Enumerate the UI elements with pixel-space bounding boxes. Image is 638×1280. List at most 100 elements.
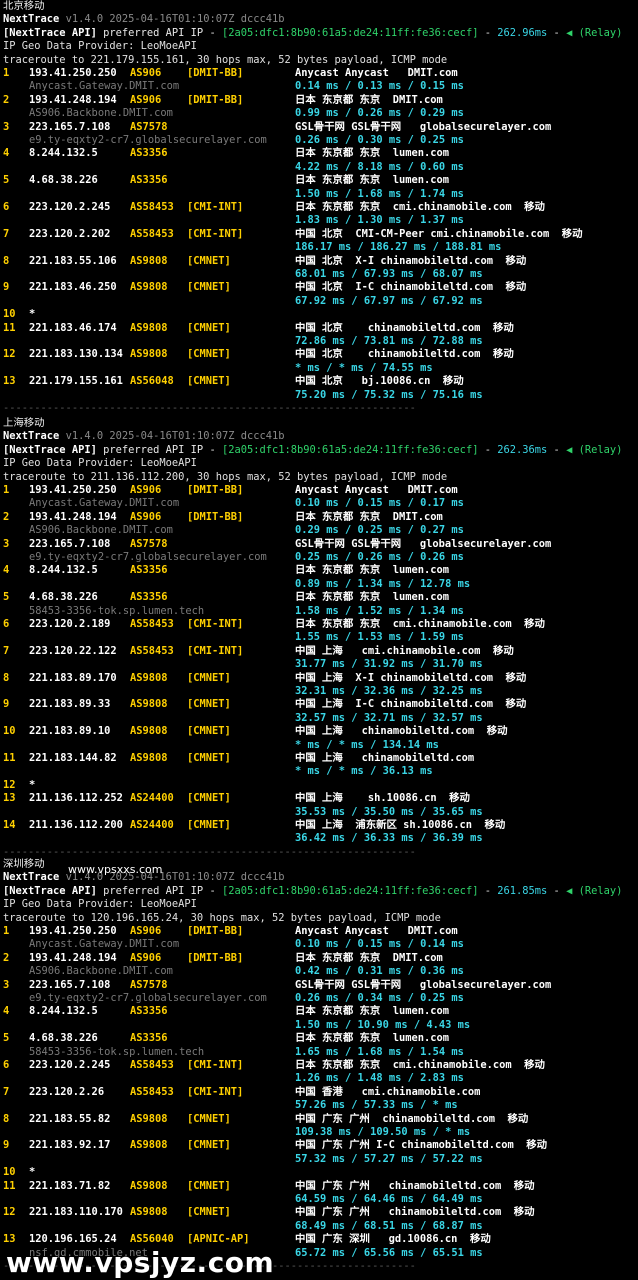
hop-network-tag: [DMIT-BB] <box>187 924 244 937</box>
hop-ip: 211.136.112.252 <box>29 792 123 805</box>
hop-number: 4 <box>3 564 10 577</box>
hop-rdns: AS906.Backbone.DMIT.com <box>29 965 173 978</box>
hop-ip: 221.183.130.134 <box>29 348 123 361</box>
hop-asn: AS906 <box>130 93 162 106</box>
hop-asn: AS3356 <box>130 147 168 160</box>
hop-row: 2 193.41.248.194 AS906 [DMIT-BB] 日本 东京都 东京 D… <box>0 94 638 121</box>
geo-provider: IP Geo Data Provider: LeoMoeAPI <box>3 40 197 53</box>
hop-geo: 中国 广东 广州 I-C chinamobileltd.com 移动 <box>295 1139 548 1152</box>
api-tag: [NextTrace API] <box>3 443 97 456</box>
hop-ip: 223.165.7.108 <box>29 120 111 133</box>
hop-row: 8 221.183.89.170 AS9808 [CMNET] 中国 上海 X-I ch… <box>0 672 638 699</box>
hop-ip: 211.136.112.200 <box>29 818 123 831</box>
app-name: NextTrace <box>3 13 60 26</box>
relay-icon: ◀ <box>566 884 573 897</box>
hop-asn: AS906 <box>130 924 162 937</box>
hop-network-tag: [DMIT-BB] <box>187 93 244 106</box>
hop-geo: 日本 东京都 东京 cmi.chinamobile.com 移动 <box>295 617 545 630</box>
hop-geo: GSL骨干网 GSL骨干网 globalsecurelayer.com <box>295 120 552 133</box>
hop-row: 9 221.183.89.33 AS9808 [CMNET] 中国 上海 I-C chi… <box>0 698 638 725</box>
hop-number: 4 <box>3 1005 10 1018</box>
hop-network-tag: [CMNET] <box>187 1179 231 1192</box>
hop-number: 6 <box>3 200 10 213</box>
hop-ip: 221.179.155.161 <box>29 375 123 388</box>
hop-network-tag: [CMNET] <box>187 1139 231 1152</box>
hop-ip: 221.183.89.10 <box>29 725 111 738</box>
api-ip: [2a05:dfc1:8b90:61a5:de24:11ff:fe36:cecf… <box>221 26 479 39</box>
hop-rtt: 1.50 ms / 10.90 ms / 4.43 ms <box>295 1018 471 1031</box>
hop-ip: 221.183.144.82 <box>29 751 117 764</box>
hop-rtt: 64.59 ms / 64.46 ms / 64.49 ms <box>295 1192 483 1205</box>
hop-ip: 221.183.55.82 <box>29 1112 111 1125</box>
hop-geo: 中国 上海 X-I chinamobileltd.com 移动 <box>295 671 527 684</box>
hop-asn: AS56048 <box>130 375 174 388</box>
hop-network-tag: [CMI-INT] <box>187 227 244 240</box>
hop-rtt: 75.20 ms / 75.32 ms / 75.16 ms <box>295 388 483 401</box>
hop-ip: 4.68.38.226 <box>29 1032 98 1045</box>
hop-rdns: AS906.Backbone.DMIT.com <box>29 107 173 120</box>
hop-network-tag: [DMIT-BB] <box>187 951 244 964</box>
api-line: [NextTrace API] preferred API IP - [2a05… <box>3 884 623 897</box>
hop-geo: 中国 北京 I-C chinamobileltd.com 移动 <box>295 281 527 294</box>
hop-network-tag: [CMNET] <box>187 281 231 294</box>
hop-row: 10 221.183.89.10 AS9808 [CMNET] 中国 上海 chinam… <box>0 725 638 752</box>
hop-rtt: 1.26 ms / 1.48 ms / 2.83 ms <box>295 1072 464 1085</box>
hop-geo: 中国 香港 cmi.chinamobile.com <box>295 1085 481 1098</box>
hop-row: 6 223.120.2.245 AS58453 [CMI-INT] 日本 东京都 东京 … <box>0 1059 638 1086</box>
hop-asn: AS3356 <box>130 591 168 604</box>
hop-timeout: * <box>29 778 36 791</box>
hop-network-tag: [APNIC-AP] <box>187 1233 250 1246</box>
hop-row: 12 221.183.130.134 AS9808 [CMNET] 中国 北京 chin… <box>0 348 638 375</box>
hop-ip: 221.183.46.174 <box>29 321 117 334</box>
hop-network-tag: [CMNET] <box>187 375 231 388</box>
hop-geo: 中国 上海 sh.10086.cn 移动 <box>295 792 470 805</box>
api-ip: [2a05:dfc1:8b90:61a5:de24:11ff:fe36:cecf… <box>221 884 479 897</box>
api-line: [NextTrace API] preferred API IP - [2a05… <box>3 443 623 456</box>
hop-geo: 中国 上海 chinamobileltd.com <box>295 751 475 764</box>
hop-number: 5 <box>3 591 10 604</box>
hop-rtt: 67.92 ms / 67.97 ms / 67.92 ms <box>295 294 483 307</box>
hop-geo: 日本 东京都 东京 lumen.com <box>295 591 450 604</box>
hop-row: 11 221.183.46.174 AS9808 [CMNET] 中国 北京 china… <box>0 322 638 349</box>
hop-asn: AS9808 <box>130 254 168 267</box>
hop-number: 10 <box>3 725 16 738</box>
hop-rtt: 57.32 ms / 57.27 ms / 57.22 ms <box>295 1152 483 1165</box>
hop-geo: Anycast Anycast DMIT.com <box>295 483 458 496</box>
hop-rtt: 0.42 ms / 0.31 ms / 0.36 ms <box>295 965 464 978</box>
relay-label: (Relay) <box>578 26 623 39</box>
hop-rtt: 1.55 ms / 1.53 ms / 1.59 ms <box>295 631 464 644</box>
hop-asn: AS58453 <box>130 644 174 657</box>
hop-asn: AS3356 <box>130 564 168 577</box>
hop-network-tag: [CMNET] <box>187 792 231 805</box>
separator: ----------------------------------------… <box>3 401 416 414</box>
app-name: NextTrace <box>3 871 60 884</box>
api-latency: 262.36ms <box>497 443 548 456</box>
hop-rtt: 32.57 ms / 32.71 ms / 32.57 ms <box>295 711 483 724</box>
hop-rtt: 1.58 ms / 1.52 ms / 1.34 ms <box>295 604 464 617</box>
hop-asn: AS9808 <box>130 348 168 361</box>
hop-rdns: Anycast.Gateway.DMIT.com <box>29 938 180 951</box>
hop-row: 3 223.165.7.108 AS7578 GSL骨干网 GSL骨干网 global… <box>0 979 638 1006</box>
region-title: 上海移动 <box>3 417 45 429</box>
hop-asn: AS7578 <box>130 537 168 550</box>
hop-rtt: 72.86 ms / 73.81 ms / 72.88 ms <box>295 334 483 347</box>
hop-rdns: e9.ty-eqxty2-cr7.globalsecurelayer.com <box>29 133 267 146</box>
trace-section: 深圳移动 NextTrace v1.4.0 2025-04-16T01:10:07… <box>0 858 638 1273</box>
hop-ip: 221.183.71.82 <box>29 1179 111 1192</box>
relay-label: (Relay) <box>578 884 623 897</box>
hop-geo: 日本 东京都 东京 DMIT.com <box>295 951 443 964</box>
hop-ip: 223.165.7.108 <box>29 978 111 991</box>
hop-number: 3 <box>3 978 10 991</box>
hop-row: 2 193.41.248.194 AS906 [DMIT-BB] 日本 东京都 东京 D… <box>0 511 638 538</box>
hop-number: 6 <box>3 1058 10 1071</box>
hop-network-tag: [CMI-INT] <box>187 1058 244 1071</box>
hop-rtt: * ms / * ms / 74.55 ms <box>295 361 433 374</box>
api-tag: [NextTrace API] <box>3 26 97 39</box>
hop-number: 8 <box>3 254 10 267</box>
hop-rdns: Anycast.Gateway.DMIT.com <box>29 80 180 93</box>
hop-number: 8 <box>3 671 10 684</box>
hop-geo: 中国 上海 浦东新区 sh.10086.cn 移动 <box>295 818 506 831</box>
api-latency: 262.96ms <box>497 26 548 39</box>
relay-icon: ◀ <box>566 443 573 456</box>
hop-asn: AS906 <box>130 483 162 496</box>
